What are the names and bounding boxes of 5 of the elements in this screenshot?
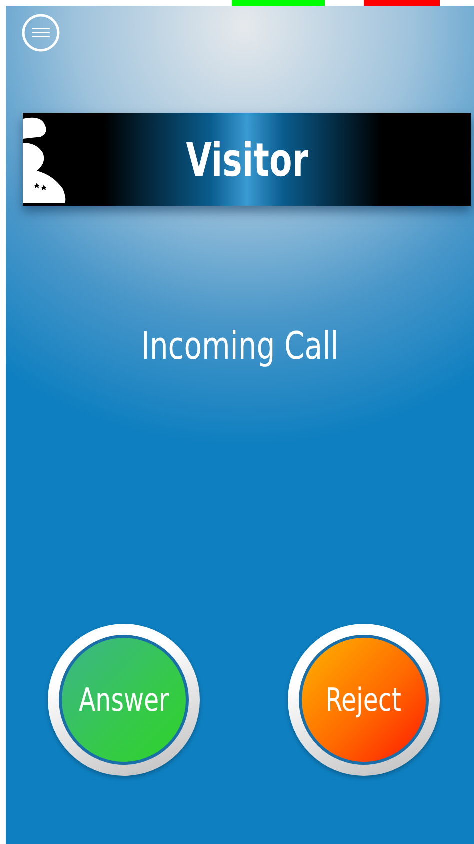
- call-status: Incoming Call: [140, 324, 340, 368]
- reject-button[interactable]: Reject: [299, 635, 429, 765]
- menu-icon[interactable]: [22, 14, 60, 52]
- answer-button[interactable]: Answer: [59, 635, 189, 765]
- caller-title: Visitor: [186, 132, 308, 186]
